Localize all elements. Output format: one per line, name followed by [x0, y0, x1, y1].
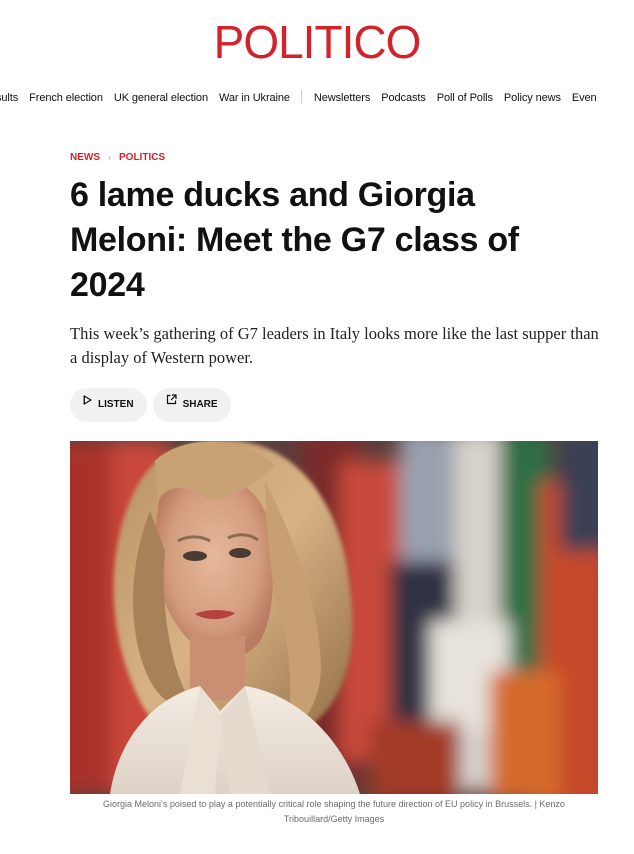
nav-item-french-election[interactable]: French election [29, 90, 103, 106]
listen-button[interactable]: LISTEN [70, 388, 147, 422]
play-icon [83, 386, 92, 420]
nav-item-uk-general-election[interactable]: UK general election [114, 90, 208, 106]
nav-divider [300, 90, 302, 103]
nav-item-poll-of-polls[interactable]: Poll of Polls [437, 90, 493, 106]
breadcrumb-news-link[interactable]: NEWS [70, 152, 100, 163]
nav-item-podcasts[interactable]: Podcasts [381, 90, 426, 106]
photo-caption: Giorgia Meloni’s poised to play a potent… [103, 799, 565, 824]
share-button[interactable]: SHARE [152, 386, 231, 422]
nav-item-results[interactable]: esults [0, 90, 18, 106]
article-page: POLITICO esults French election UK general… [0, 0, 634, 854]
listen-label: LISTEN [98, 399, 134, 410]
share-label: SHARE [182, 399, 218, 410]
article-dek: This week’s gathering of G7 leaders in I… [70, 324, 599, 367]
nav-item-policy-news[interactable]: Policy news [504, 90, 561, 106]
nav-track: esults French election UK general election… [0, 90, 608, 106]
breadcrumb: NEWS › POLITICS [70, 150, 165, 165]
nav-item-war-in-ukraine[interactable]: War in Ukraine [219, 90, 290, 106]
nav-item-events[interactable]: Even [572, 90, 597, 106]
meloni-photo-illustration [70, 441, 598, 794]
top-navigation: esults French election UK general election… [0, 90, 634, 108]
breadcrumb-politics-link[interactable]: POLITICS [119, 152, 165, 163]
article-headline: 6 lame ducks and Giorgia Meloni: Meet th… [70, 176, 519, 304]
nav-item-newsletters[interactable]: Newsletters [314, 90, 370, 106]
chevron-right-icon: › [108, 152, 111, 162]
article-actions: LISTEN SHARE [70, 388, 237, 422]
article-lead-photo [70, 441, 598, 794]
share-icon [166, 386, 177, 420]
politico-logo[interactable]: POLITICO [0, 14, 634, 70]
